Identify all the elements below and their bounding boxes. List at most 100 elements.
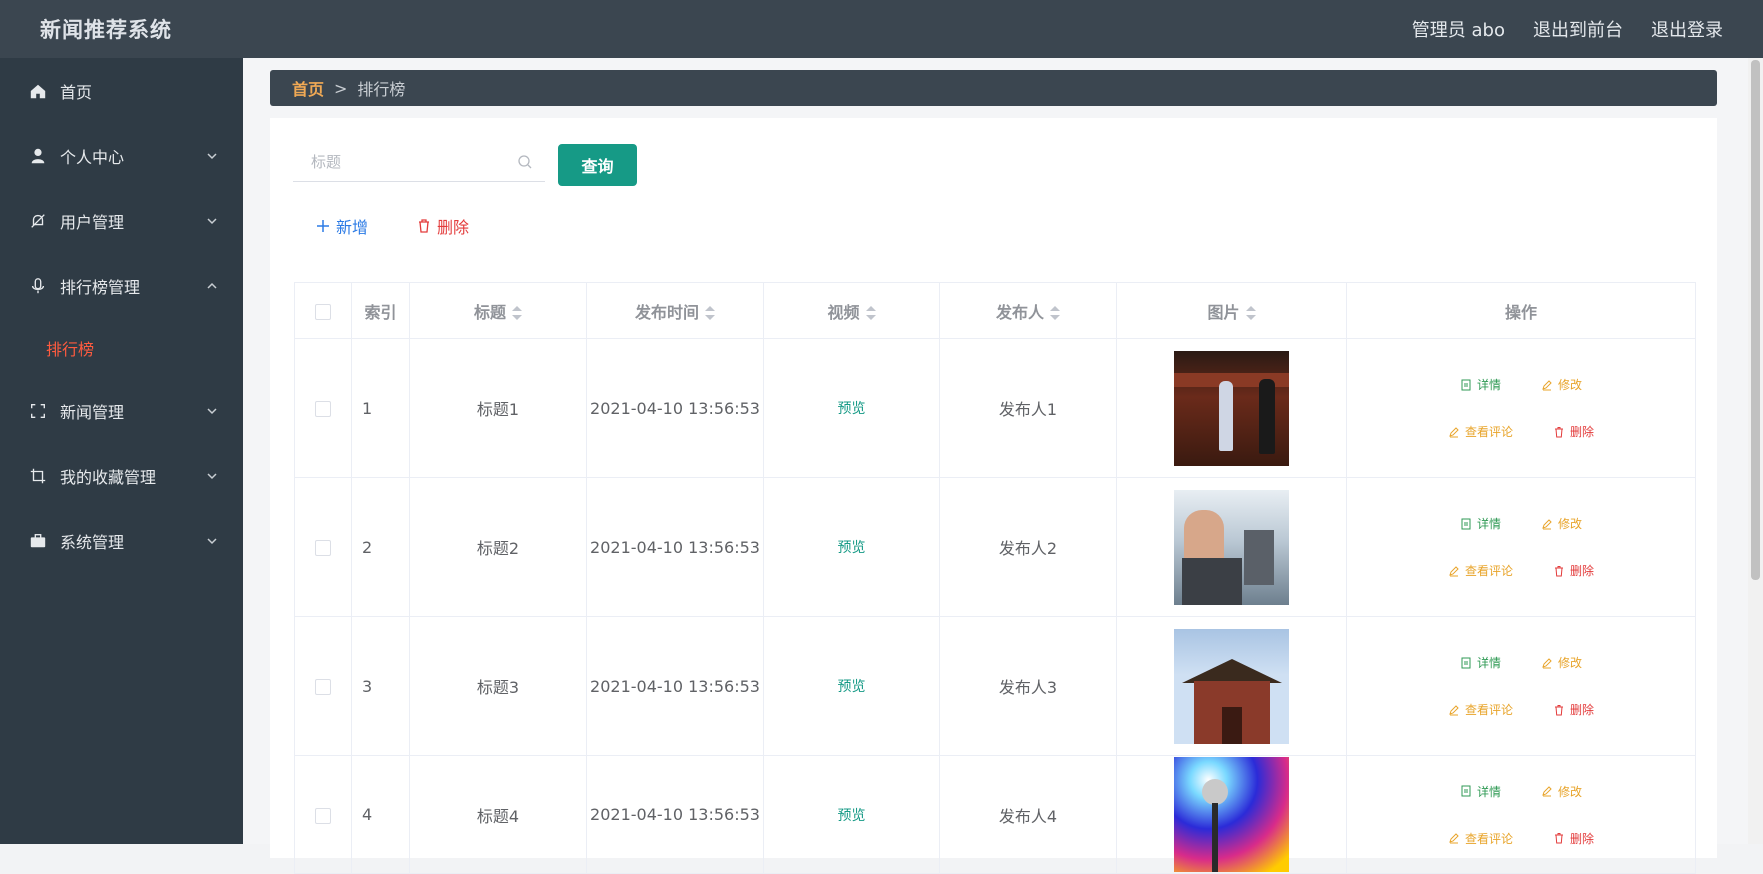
video-preview-link[interactable]: 预览 (838, 540, 866, 556)
row-select-cell (294, 477, 352, 617)
news-thumbnail[interactable] (1174, 757, 1289, 872)
row-time: 2021-04-10 13:56:53 (586, 338, 764, 478)
search-icon (518, 154, 532, 168)
detail-label: 详情 (1476, 517, 1501, 531)
news-thumbnail[interactable] (1174, 628, 1289, 744)
bulk-delete-button[interactable]: 删除 (416, 214, 469, 238)
delete-button-label: 删除 (437, 218, 470, 237)
view-comments-button[interactable]: 查看评论 (1448, 562, 1513, 579)
row-checkbox[interactable] (315, 540, 331, 556)
sidebar-item-label: 我的收藏管理 (60, 467, 157, 487)
row-checkbox[interactable] (315, 679, 331, 695)
microphone-icon (28, 276, 48, 296)
chevron-down-icon (207, 217, 217, 224)
chevron-up-icon (207, 282, 217, 289)
trash-icon (1555, 704, 1563, 715)
comments-label: 查看评论 (1464, 564, 1513, 578)
detail-button[interactable]: 详情 (1460, 376, 1501, 393)
pencil-icon (1542, 518, 1552, 529)
query-button[interactable]: 查询 (558, 144, 637, 186)
delete-label: 删除 (1570, 425, 1595, 439)
sidebar-item-favorites-management[interactable]: 我的收藏管理 (0, 443, 243, 508)
column-header-video[interactable]: 视频 (763, 282, 940, 339)
row-time: 2021-04-10 13:56:53 (586, 755, 764, 874)
row-image-cell (1116, 477, 1347, 617)
sort-icon[interactable] (1050, 306, 1060, 320)
document-icon (1461, 518, 1471, 529)
page-scrollbar[interactable] (1748, 58, 1763, 844)
comments-label: 查看评论 (1464, 703, 1513, 717)
sidebar-item-system-management[interactable]: 系统管理 (0, 508, 243, 573)
chevron-down-icon (207, 152, 217, 159)
delete-label: 删除 (1570, 703, 1595, 717)
current-user[interactable]: 管理员 abo (1412, 16, 1505, 42)
add-button-label: 新增 (336, 218, 369, 237)
edit-button[interactable]: 修改 (1541, 783, 1582, 800)
sidebar-item-user-management[interactable]: 用户管理 (0, 188, 243, 253)
sort-icon[interactable] (1245, 306, 1256, 320)
select-all-checkbox[interactable] (315, 303, 331, 320)
row-image-cell (1116, 755, 1347, 874)
column-header-publisher[interactable]: 发布人 (939, 282, 1117, 339)
edit-button[interactable]: 修改 (1541, 654, 1582, 671)
column-header-image[interactable]: 图片 (1116, 282, 1347, 339)
row-title: 标题1 (409, 338, 587, 478)
row-title: 标题2 (409, 477, 587, 617)
news-thumbnail[interactable] (1174, 350, 1289, 466)
delete-button[interactable]: 删除 (1553, 423, 1594, 440)
add-button[interactable]: 新增 (315, 214, 368, 238)
row-ops-cell: 详情 修改 查看评论 删除 (1346, 616, 1696, 756)
exit-to-front-link[interactable]: 退出到前台 (1533, 16, 1623, 42)
detail-button[interactable]: 详情 (1460, 515, 1501, 532)
detail-button[interactable]: 详情 (1460, 654, 1501, 671)
sidebar-item-personal-center[interactable]: 个人中心 (0, 123, 243, 188)
pencil-icon (1449, 426, 1459, 437)
sidebar-item-home[interactable]: 首页 (0, 58, 243, 123)
edit-label: 修改 (1558, 378, 1583, 392)
bell-off-icon (28, 211, 48, 231)
edit-button[interactable]: 修改 (1541, 515, 1582, 532)
news-thumbnail[interactable] (1174, 489, 1289, 605)
row-checkbox[interactable] (315, 807, 331, 824)
search-input[interactable] (309, 151, 517, 172)
content-panel: 查询 新增 删除 索引 标题 发布时间 视频 发布人 图 (270, 118, 1717, 874)
title-search-field (293, 142, 545, 182)
row-video-cell: 预览 (763, 477, 940, 617)
scrollbar-thumb[interactable] (1751, 60, 1760, 580)
sidebar-item-label: 首页 (60, 82, 93, 102)
sidebar: 首页 个人中心 用户管理 排行榜管理 排行榜 新闻管理 我的收藏管理 系统管理 (0, 58, 243, 844)
row-time: 2021-04-10 13:56:53 (586, 616, 764, 756)
edit-label: 修改 (1558, 656, 1583, 670)
sort-icon[interactable] (512, 306, 522, 320)
table-row: 1 标题1 2021-04-10 13:56:53 预览 发布人1 详情 修改 … (294, 338, 1696, 478)
logout-link[interactable]: 退出登录 (1651, 16, 1723, 42)
column-header-time[interactable]: 发布时间 (586, 282, 764, 339)
sidebar-item-news-management[interactable]: 新闻管理 (0, 378, 243, 443)
column-header-title[interactable]: 标题 (409, 282, 587, 339)
video-preview-link[interactable]: 预览 (838, 808, 866, 824)
sort-icon[interactable] (865, 306, 876, 320)
detail-button[interactable]: 详情 (1460, 783, 1501, 800)
video-preview-link[interactable]: 预览 (838, 679, 866, 695)
sidebar-item-label: 新闻管理 (60, 402, 125, 422)
chevron-down-icon (207, 537, 217, 544)
detail-label: 详情 (1476, 784, 1501, 799)
sidebar-subitem-ranking[interactable]: 排行榜 (0, 318, 243, 378)
table-header-row: 索引 标题 发布时间 视频 发布人 图片 操作 (294, 282, 1696, 339)
breadcrumb-home[interactable]: 首页 (292, 76, 324, 100)
video-preview-link[interactable]: 预览 (838, 401, 866, 417)
delete-button[interactable]: 删除 (1553, 562, 1594, 579)
row-publisher: 发布人2 (939, 477, 1117, 617)
row-checkbox[interactable] (315, 401, 331, 417)
sort-icon[interactable] (705, 306, 715, 320)
breadcrumb: 首页 > 排行榜 (270, 70, 1717, 106)
sidebar-item-ranking-management[interactable]: 排行榜管理 (0, 253, 243, 318)
view-comments-button[interactable]: 查看评论 (1448, 701, 1513, 718)
row-image-cell (1116, 338, 1347, 478)
delete-button[interactable]: 删除 (1553, 701, 1594, 718)
view-comments-button[interactable]: 查看评论 (1448, 423, 1513, 440)
pencil-icon (1542, 786, 1552, 797)
pencil-icon (1542, 657, 1552, 668)
edit-button[interactable]: 修改 (1541, 376, 1582, 393)
document-icon (1461, 785, 1471, 797)
